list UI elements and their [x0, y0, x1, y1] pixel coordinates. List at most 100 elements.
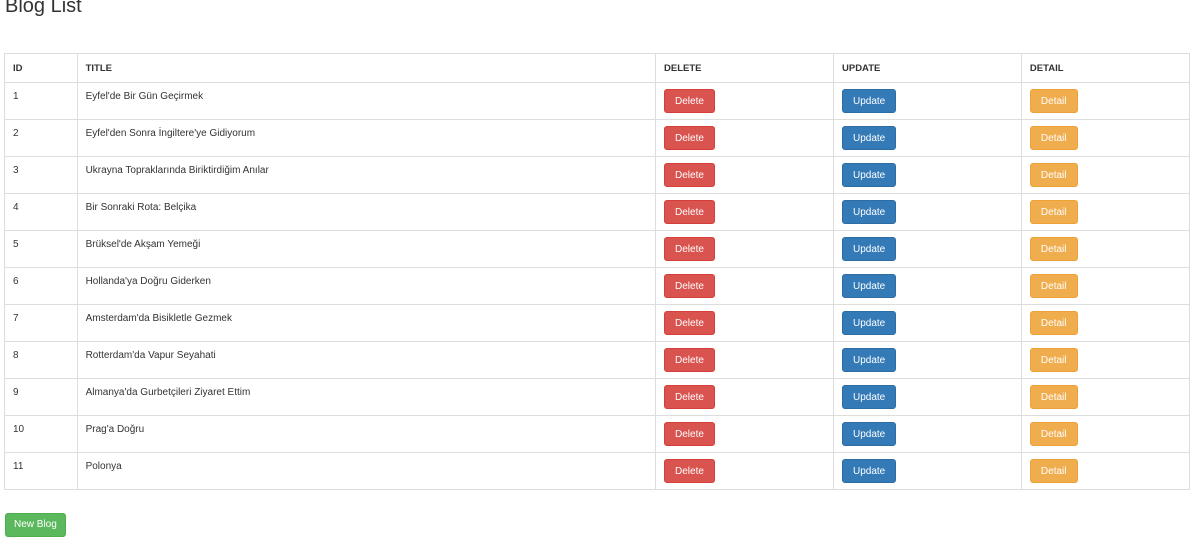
blog-table: ID TITLE DELETE UPDATE DETAIL 1 Eyfel'de …: [4, 53, 1191, 490]
cell-title: Eyfel'de Bir Gün Geçirmek: [76, 82, 657, 120]
cell-id: 6: [4, 267, 78, 305]
cell-detail: Detail: [1020, 230, 1191, 268]
cell-update: Update: [833, 82, 1022, 120]
delete-button[interactable]: Delete: [664, 311, 715, 335]
table-row: 10 Prag'a Doğru Delete Update Detail: [4, 415, 1191, 453]
detail-button[interactable]: Detail: [1029, 237, 1078, 261]
detail-button[interactable]: Detail: [1029, 274, 1078, 298]
cell-id: 2: [4, 119, 78, 157]
row-id: 9: [13, 387, 19, 398]
cell-title: Polonya: [76, 452, 657, 490]
new-blog-button[interactable]: New Blog: [5, 513, 66, 537]
cell-detail: Detail: [1020, 156, 1191, 194]
cell-title: Amsterdam'da Bisikletle Gezmek: [76, 304, 657, 342]
cell-delete: Delete: [655, 230, 834, 268]
row-title: Ukrayna Topraklarında Biriktirdiğim Anıl…: [85, 165, 269, 176]
row-id: 7: [13, 313, 19, 324]
delete-button[interactable]: Delete: [664, 163, 715, 187]
update-button[interactable]: Update: [842, 126, 897, 150]
detail-button[interactable]: Detail: [1029, 422, 1078, 446]
cell-id: 10: [4, 415, 78, 453]
delete-button[interactable]: Delete: [664, 459, 715, 483]
cell-id: 9: [4, 378, 78, 416]
row-id: 1: [13, 91, 19, 102]
row-title: Eyfel'den Sonra İngiltere'ye Gidiyorum: [85, 128, 256, 139]
detail-button[interactable]: Detail: [1029, 163, 1078, 187]
delete-button[interactable]: Delete: [664, 237, 715, 261]
cell-delete: Delete: [655, 341, 834, 379]
delete-button[interactable]: Delete: [664, 126, 715, 150]
delete-button[interactable]: Delete: [664, 348, 715, 372]
cell-delete: Delete: [655, 415, 834, 453]
detail-button[interactable]: Detail: [1029, 89, 1078, 113]
header-title: TITLE: [76, 53, 657, 83]
row-id: 4: [13, 202, 19, 213]
cell-id: 4: [4, 193, 78, 231]
update-button[interactable]: Update: [842, 163, 897, 187]
row-id: 5: [13, 239, 19, 250]
table-row: 8 Rotterdam'da Vapur Seyahati Delete Update…: [4, 341, 1191, 379]
cell-delete: Delete: [655, 119, 834, 157]
header-detail: DETAIL: [1020, 53, 1191, 83]
update-button[interactable]: Update: [842, 385, 897, 409]
delete-button[interactable]: Delete: [664, 385, 715, 409]
delete-button[interactable]: Delete: [664, 274, 715, 298]
cell-id: 5: [4, 230, 78, 268]
detail-button[interactable]: Detail: [1029, 348, 1078, 372]
cell-detail: Detail: [1020, 82, 1191, 120]
update-button[interactable]: Update: [842, 459, 897, 483]
detail-button[interactable]: Detail: [1029, 385, 1078, 409]
row-title: Rotterdam'da Vapur Seyahati: [85, 350, 216, 361]
table-row: 7 Amsterdam'da Bisikletle Gezmek Delete Upd…: [4, 304, 1191, 342]
update-button[interactable]: Update: [842, 89, 897, 113]
cell-title: Eyfel'den Sonra İngiltere'ye Gidiyorum: [76, 119, 657, 157]
cell-detail: Detail: [1020, 341, 1191, 379]
update-button[interactable]: Update: [842, 237, 897, 261]
update-button[interactable]: Update: [842, 348, 897, 372]
cell-title: Rotterdam'da Vapur Seyahati: [76, 341, 657, 379]
row-id: 8: [13, 350, 19, 361]
cell-delete: Delete: [655, 452, 834, 490]
detail-button[interactable]: Detail: [1029, 126, 1078, 150]
table-row: 11 Polonya Delete Update Detail: [4, 452, 1191, 490]
cell-update: Update: [833, 341, 1022, 379]
update-button[interactable]: Update: [842, 274, 897, 298]
cell-update: Update: [833, 119, 1022, 157]
delete-button[interactable]: Delete: [664, 422, 715, 446]
row-id: 3: [13, 165, 19, 176]
table-row: 6 Hollanda'ya Doğru Giderken Delete Update D…: [4, 267, 1191, 305]
row-id: 10: [13, 424, 25, 435]
cell-delete: Delete: [655, 156, 834, 194]
header-id: ID: [4, 53, 78, 83]
cell-update: Update: [833, 193, 1022, 231]
table-row: 4 Bir Sonraki Rota: Belçika Delete Update De…: [4, 193, 1191, 231]
row-title: Bir Sonraki Rota: Belçika: [85, 202, 197, 213]
row-id: 11: [13, 461, 24, 472]
row-id: 2: [13, 128, 19, 139]
cell-delete: Delete: [655, 193, 834, 231]
row-title: Polonya: [85, 461, 122, 472]
table-row: 1 Eyfel'de Bir Gün Geçirmek Delete Update De…: [4, 82, 1191, 120]
detail-button[interactable]: Detail: [1029, 459, 1078, 483]
row-title: Almanya'da Gurbetçileri Ziyaret Ettim: [85, 387, 251, 398]
delete-button[interactable]: Delete: [664, 200, 715, 224]
cell-detail: Detail: [1020, 452, 1191, 490]
cell-id: 11: [4, 452, 78, 490]
cell-title: Hollanda'ya Doğru Giderken: [76, 267, 657, 305]
detail-button[interactable]: Detail: [1029, 311, 1078, 335]
update-button[interactable]: Update: [842, 200, 897, 224]
delete-button[interactable]: Delete: [664, 89, 715, 113]
table-header: ID TITLE DELETE UPDATE DETAIL: [4, 53, 1191, 83]
cell-detail: Detail: [1020, 304, 1191, 342]
cell-title: Almanya'da Gurbetçileri Ziyaret Ettim: [76, 378, 657, 416]
update-button[interactable]: Update: [842, 311, 897, 335]
cell-title: Brüksel'de Akşam Yemeği: [76, 230, 657, 268]
detail-button[interactable]: Detail: [1029, 200, 1078, 224]
cell-update: Update: [833, 304, 1022, 342]
update-button[interactable]: Update: [842, 422, 897, 446]
cell-update: Update: [833, 156, 1022, 194]
row-title: Brüksel'de Akşam Yemeği: [85, 239, 201, 250]
header-delete: DELETE: [655, 53, 834, 83]
cell-update: Update: [833, 415, 1022, 453]
row-id: 6: [13, 276, 19, 287]
